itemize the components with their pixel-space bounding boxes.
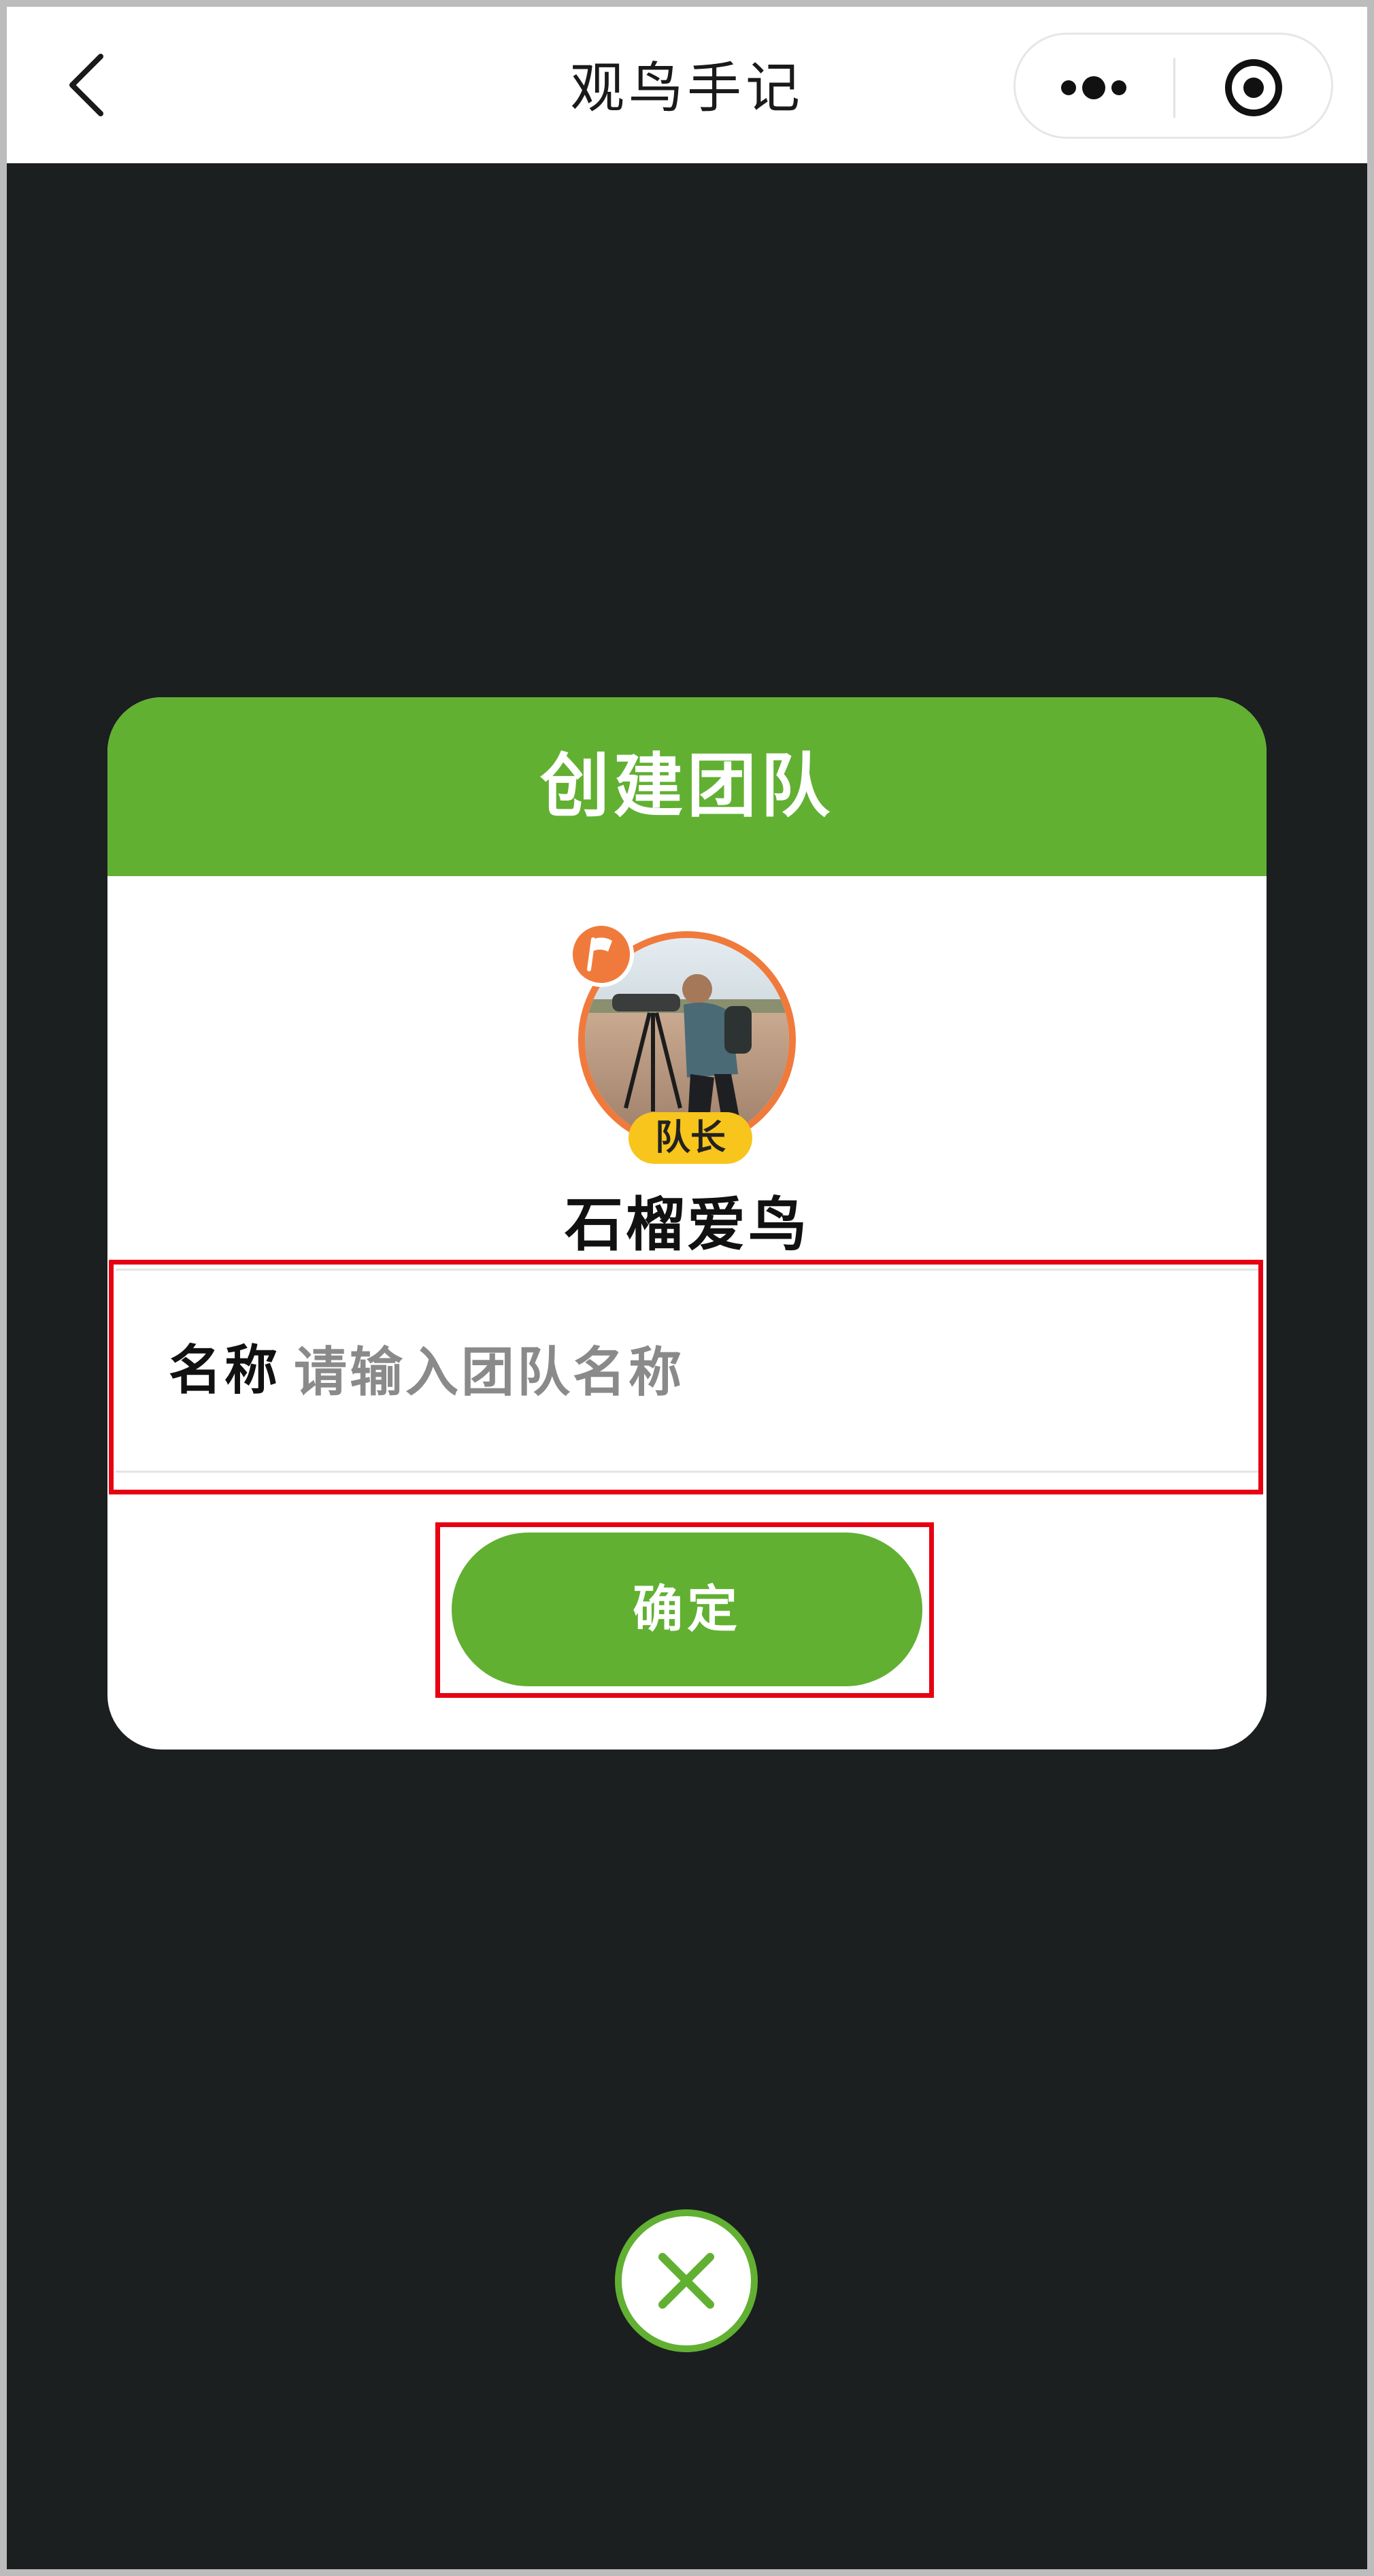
mini-program-capsule: [1013, 33, 1333, 139]
close-icon: [658, 2253, 714, 2309]
create-team-dialog: 创建团队 队长 石榴爱鸟 名称 请输入团队名称 确定: [107, 697, 1267, 1750]
exit-mini-program-button[interactable]: [1213, 54, 1294, 122]
flag-icon: [587, 937, 612, 971]
close-button[interactable]: [615, 2209, 758, 2352]
dialog-header: 创建团队: [107, 697, 1267, 876]
team-name-field: 名称: [116, 1269, 1258, 1473]
user-name: 石榴爱鸟: [565, 1191, 809, 1259]
dialog-title: 创建团队: [540, 746, 834, 827]
leader-flag-badge: [569, 922, 634, 987]
capsule-divider: [1173, 58, 1175, 118]
top-navigation-bar: 观鸟手记: [7, 7, 1367, 163]
role-badge: 队长: [629, 1112, 752, 1164]
field-label: 名称: [169, 1340, 281, 1401]
more-button[interactable]: [1043, 54, 1145, 122]
more-dots-icon: [1061, 76, 1126, 99]
target-circle-icon: [1225, 59, 1282, 116]
confirm-button[interactable]: 确定: [452, 1533, 922, 1686]
team-name-input[interactable]: [294, 1332, 1212, 1414]
